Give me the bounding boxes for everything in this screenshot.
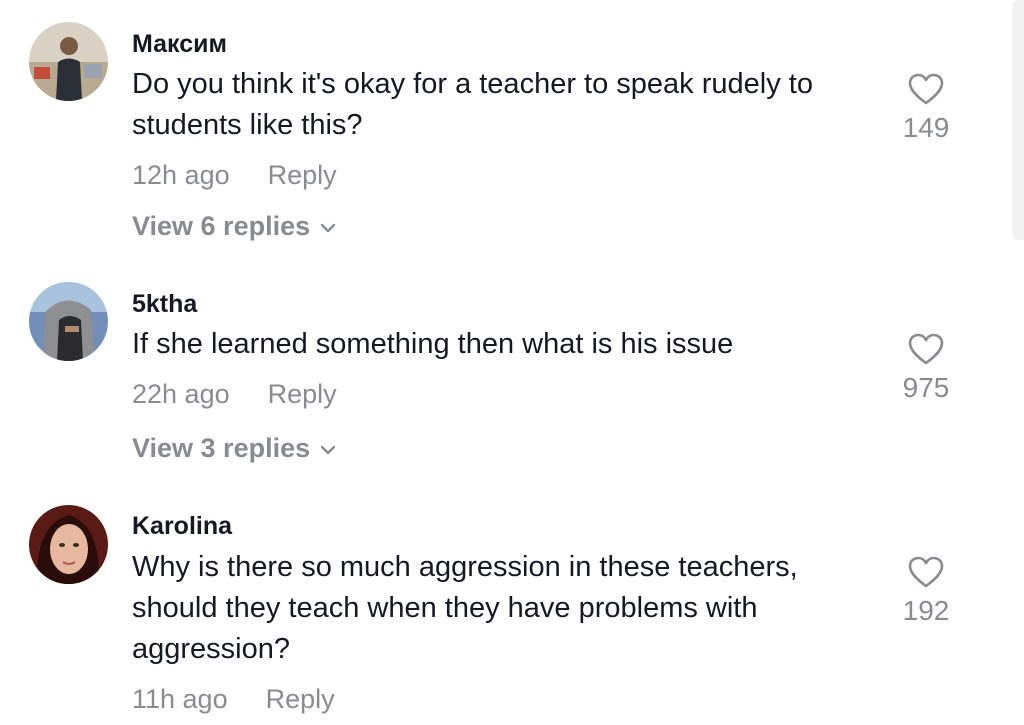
avatar[interactable] bbox=[29, 282, 108, 361]
timestamp: 22h ago bbox=[132, 379, 230, 409]
view-replies-button[interactable]: View 3 replies bbox=[132, 433, 336, 464]
person-photo-icon bbox=[29, 22, 108, 101]
username[interactable]: Karolina bbox=[132, 512, 232, 541]
like-count: 192 bbox=[902, 595, 950, 626]
heart-icon[interactable] bbox=[907, 332, 945, 366]
username[interactable]: Максим bbox=[132, 30, 227, 59]
username[interactable]: 5ktha bbox=[132, 290, 197, 319]
like-control: 149 bbox=[890, 72, 962, 144]
like-control: 975 bbox=[890, 332, 962, 404]
timestamp: 11h ago bbox=[132, 684, 228, 714]
comment-meta: 11h ago Reply bbox=[132, 684, 335, 715]
heart-icon[interactable] bbox=[907, 72, 945, 106]
chevron-down-icon bbox=[320, 445, 336, 455]
timestamp: 12h ago bbox=[132, 160, 230, 190]
hooded-person-photo-icon bbox=[29, 282, 108, 361]
woman-portrait-photo-icon bbox=[29, 505, 108, 584]
avatar[interactable] bbox=[29, 22, 108, 101]
comment-meta: 12h ago Reply bbox=[132, 160, 337, 191]
like-count: 975 bbox=[902, 372, 950, 403]
avatar[interactable] bbox=[29, 505, 108, 584]
comment-text: Why is there so much aggression in these… bbox=[132, 551, 798, 665]
heart-icon[interactable] bbox=[907, 555, 945, 589]
like-control: 192 bbox=[890, 555, 962, 627]
view-replies-button[interactable]: View 6 replies bbox=[132, 211, 336, 242]
reply-button[interactable]: Reply bbox=[266, 684, 335, 715]
comment-text: If she learned something then what is hi… bbox=[132, 328, 734, 360]
view-replies-label: View 3 replies bbox=[132, 433, 311, 463]
reply-button[interactable]: Reply bbox=[268, 160, 337, 191]
scrollbar[interactable] bbox=[1012, 0, 1024, 240]
comment-text: Do you think it's okay for a teacher to … bbox=[132, 68, 813, 141]
view-replies-label: View 6 replies bbox=[132, 211, 311, 241]
chevron-down-icon bbox=[320, 223, 336, 233]
reply-button[interactable]: Reply bbox=[268, 379, 337, 410]
like-count: 149 bbox=[902, 112, 950, 143]
comment-meta: 22h ago Reply bbox=[132, 379, 337, 410]
